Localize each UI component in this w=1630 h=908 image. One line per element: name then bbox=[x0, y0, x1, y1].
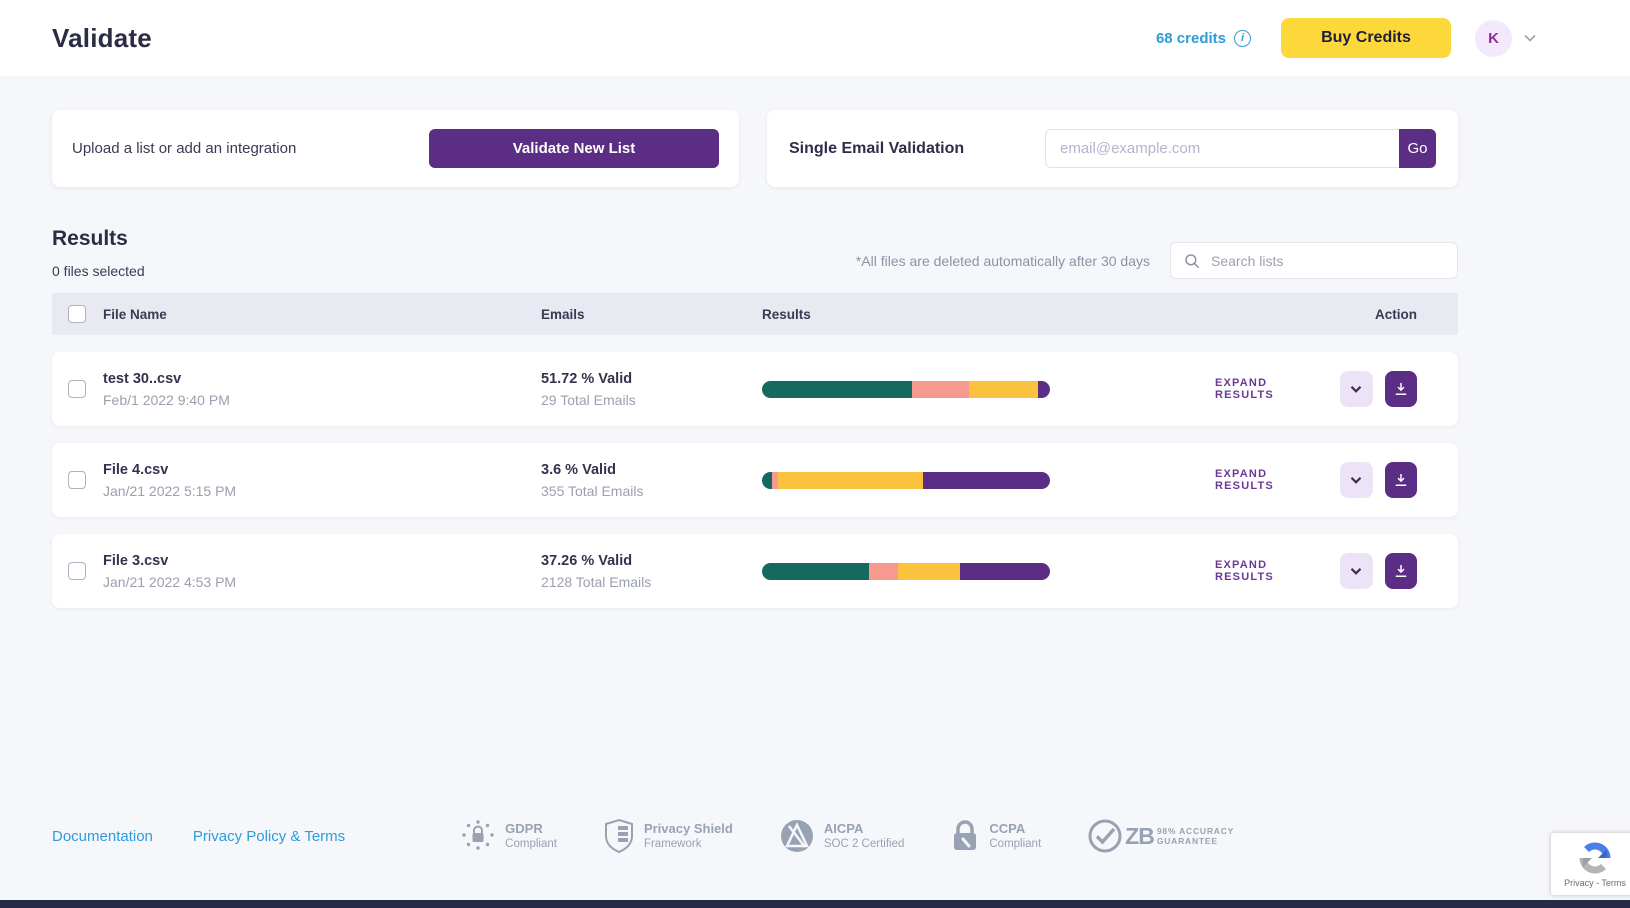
results-heading: Results bbox=[52, 227, 145, 251]
account-chevron-down-icon[interactable] bbox=[1520, 28, 1540, 48]
credits-counter[interactable]: 68 credits bbox=[1156, 30, 1226, 47]
download-icon bbox=[1392, 471, 1410, 489]
results-progress-bar bbox=[762, 381, 1050, 398]
column-header-results: Results bbox=[762, 307, 1215, 322]
chevron-down-icon bbox=[1347, 471, 1365, 489]
gdpr-lock-stars-icon bbox=[460, 818, 496, 854]
table-header-row: File Name Emails Results Action bbox=[52, 293, 1458, 335]
recaptcha-logo-icon bbox=[1578, 841, 1612, 875]
ccpa-compliant-badge: CCPA Compliant bbox=[950, 818, 1041, 854]
table-row: test 30..csv Feb/1 2022 9:40 PM 51.72 % … bbox=[52, 352, 1458, 426]
row-expand-chevron-button[interactable] bbox=[1340, 553, 1372, 589]
recaptcha-badge[interactable]: Privacy - Terms bbox=[1551, 833, 1630, 895]
privacy-shield-badge: Privacy Shield Framework bbox=[603, 818, 733, 854]
file-name: test 30..csv bbox=[103, 371, 541, 387]
buy-credits-button[interactable]: Buy Credits bbox=[1281, 18, 1451, 58]
column-header-action: Action bbox=[1215, 307, 1458, 322]
gdpr-compliant-badge: GDPR Compliant bbox=[460, 818, 557, 854]
page-title: Validate bbox=[52, 23, 152, 54]
results-progress-bar bbox=[762, 472, 1050, 489]
avatar[interactable]: K bbox=[1475, 20, 1512, 57]
single-email-input[interactable] bbox=[1045, 129, 1399, 168]
file-date: Feb/1 2022 9:40 PM bbox=[103, 392, 541, 408]
file-date: Jan/21 2022 4:53 PM bbox=[103, 574, 541, 590]
row-checkbox[interactable] bbox=[68, 471, 86, 489]
total-emails: 2128 Total Emails bbox=[541, 574, 762, 590]
documentation-link[interactable]: Documentation bbox=[52, 828, 153, 845]
check-circle-icon bbox=[1087, 818, 1123, 854]
footer: Documentation Privacy Policy & Terms GDP… bbox=[52, 818, 1570, 854]
aicpa-circle-icon bbox=[779, 818, 815, 854]
total-emails: 355 Total Emails bbox=[541, 483, 762, 499]
row-checkbox[interactable] bbox=[68, 562, 86, 580]
table-row: File 4.csv Jan/21 2022 5:15 PM 3.6 % Val… bbox=[52, 443, 1458, 517]
column-header-emails: Emails bbox=[541, 307, 762, 322]
valid-percentage: 51.72 % Valid bbox=[541, 371, 762, 387]
search-lists-input[interactable] bbox=[1211, 253, 1445, 269]
credits-info-icon[interactable]: i bbox=[1234, 30, 1251, 47]
download-results-button[interactable] bbox=[1385, 371, 1417, 407]
ccpa-lock-icon bbox=[950, 818, 980, 854]
row-expand-chevron-button[interactable] bbox=[1340, 462, 1372, 498]
row-expand-chevron-button[interactable] bbox=[1340, 371, 1372, 407]
privacy-policy-link[interactable]: Privacy Policy & Terms bbox=[193, 828, 345, 845]
chevron-down-icon bbox=[1347, 562, 1365, 580]
column-header-file-name: File Name bbox=[103, 307, 541, 322]
search-lists-box[interactable] bbox=[1170, 242, 1458, 279]
expand-results-link[interactable]: EXPAND RESULTS bbox=[1215, 468, 1319, 492]
files-selected-count: 0 files selected bbox=[52, 263, 145, 279]
search-icon bbox=[1183, 252, 1201, 270]
select-all-checkbox[interactable] bbox=[68, 305, 86, 323]
chevron-down-icon bbox=[1347, 380, 1365, 398]
file-date: Jan/21 2022 5:15 PM bbox=[103, 483, 541, 499]
aicpa-soc2-badge: AICPA SOC 2 Certified bbox=[779, 818, 905, 854]
single-validation-label: Single Email Validation bbox=[789, 140, 964, 158]
row-checkbox[interactable] bbox=[68, 380, 86, 398]
top-bar: Validate 68 credits i Buy Credits K bbox=[0, 0, 1630, 76]
auto-delete-note: *All files are deleted automatically aft… bbox=[856, 253, 1150, 269]
download-icon bbox=[1392, 562, 1410, 580]
download-results-button[interactable] bbox=[1385, 462, 1417, 498]
upload-card-label: Upload a list or add an integration bbox=[72, 140, 296, 157]
file-name: File 3.csv bbox=[103, 553, 541, 569]
download-results-button[interactable] bbox=[1385, 553, 1417, 589]
go-button[interactable]: Go bbox=[1399, 129, 1436, 168]
table-row: File 3.csv Jan/21 2022 4:53 PM 37.26 % V… bbox=[52, 534, 1458, 608]
expand-results-link[interactable]: EXPAND RESULTS bbox=[1215, 559, 1319, 583]
expand-results-link[interactable]: EXPAND RESULTS bbox=[1215, 377, 1319, 401]
file-name: File 4.csv bbox=[103, 462, 541, 478]
download-icon bbox=[1392, 380, 1410, 398]
results-progress-bar bbox=[762, 563, 1050, 580]
upload-card: Upload a list or add an integration Vali… bbox=[52, 110, 739, 187]
single-email-validation-card: Single Email Validation Go bbox=[767, 110, 1458, 187]
bottom-edge-strip bbox=[0, 900, 1630, 908]
valid-percentage: 37.26 % Valid bbox=[541, 553, 762, 569]
total-emails: 29 Total Emails bbox=[541, 392, 762, 408]
privacy-shield-icon bbox=[603, 818, 635, 854]
recaptcha-privacy-terms[interactable]: Privacy - Terms bbox=[1564, 878, 1626, 888]
validate-new-list-button[interactable]: Validate New List bbox=[429, 129, 719, 168]
valid-percentage: 3.6 % Valid bbox=[541, 462, 762, 478]
zb-accuracy-badge: ZB 98% ACCURACY GUARANTEE bbox=[1087, 818, 1234, 854]
